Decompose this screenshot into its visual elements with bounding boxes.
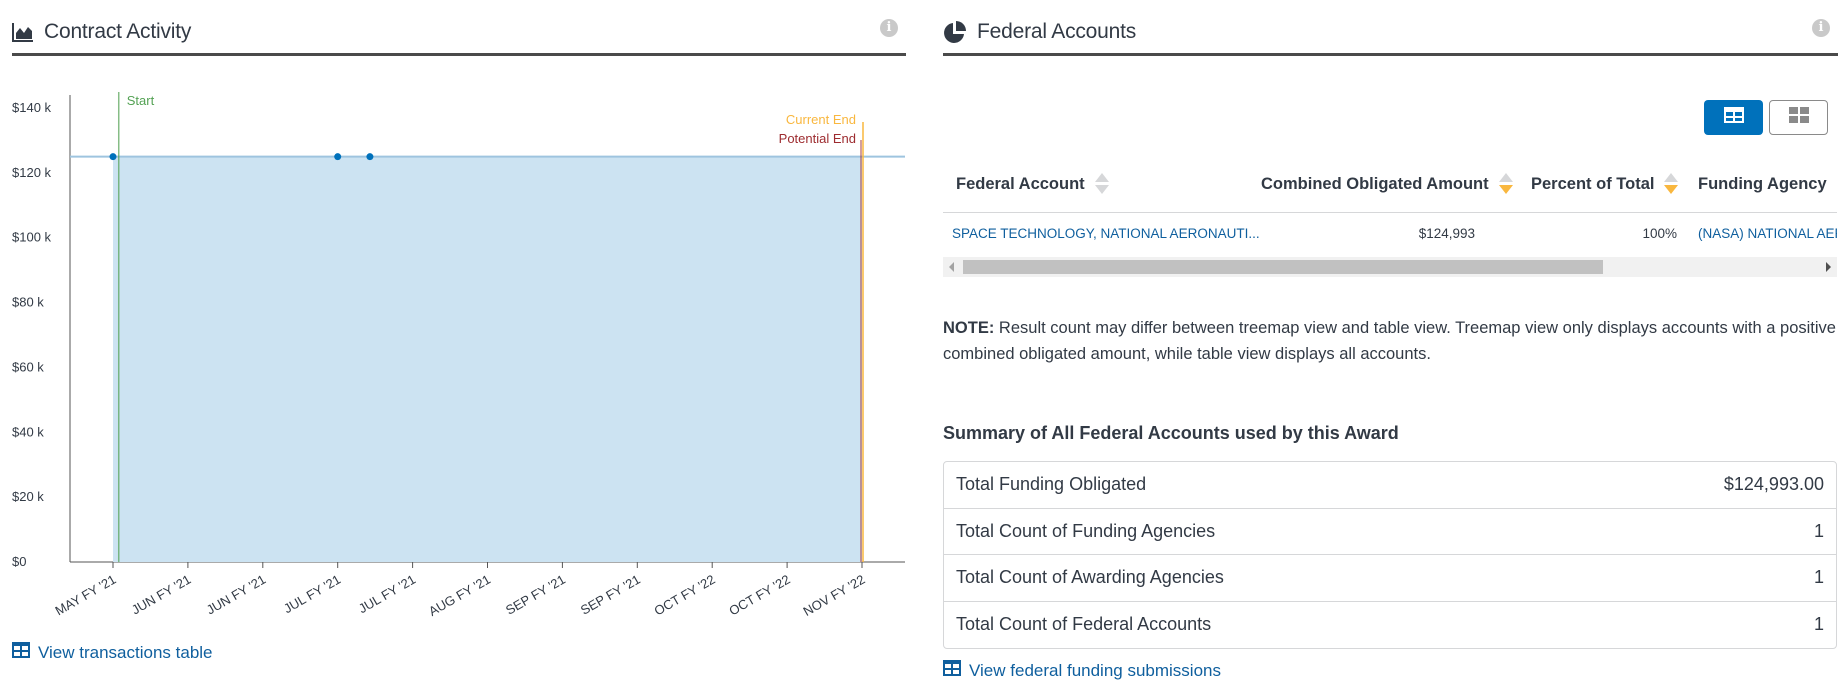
data-point <box>109 153 117 161</box>
column-header-percent-of-total[interactable]: Percent of Total <box>1531 155 1679 213</box>
y-tick-label: $120 k <box>12 165 52 180</box>
federal-accounts-header: Federal Accounts i <box>943 10 1838 56</box>
x-tick-label: JUN FY '21 <box>204 572 269 618</box>
contract-activity-chart: $0 $20 k $40 k $60 k $80 k $100 k $120 k $140 k… <box>12 92 905 619</box>
summary-title: Summary of All Federal Accounts used by … <box>943 423 1399 443</box>
contract-activity-header: Contract Activity i <box>12 10 906 56</box>
percent-of-total-cell: 100% <box>1642 225 1677 241</box>
treemap-view-button[interactable] <box>1769 100 1828 135</box>
summary-row-funding-agencies: Total Count of Funding Agencies 1 <box>944 509 1836 555</box>
treemap-view-icon <box>1788 107 1809 128</box>
view-transactions-table-link[interactable]: View transactions table <box>12 642 213 663</box>
column-label: Combined Obligated Amount <box>1261 174 1489 193</box>
view-federal-funding-submissions-link[interactable]: View federal funding submissions <box>943 660 1221 681</box>
current-end-label: Current End <box>786 112 856 127</box>
data-point <box>334 153 342 161</box>
x-tick-label: SEP FY '21 <box>578 572 643 618</box>
x-tick-label: SEP FY '21 <box>503 572 568 618</box>
column-header-combined-obligated-amount[interactable]: Combined Obligated Amount <box>1261 155 1513 213</box>
summary-value: $124,993.00 <box>1723 474 1824 495</box>
summary-row-awarding-agencies: Total Count of Awarding Agencies 1 <box>944 555 1836 602</box>
column-label: Percent of Total <box>1531 174 1655 193</box>
x-tick-label: AUG FY '21 <box>426 572 493 619</box>
sort-icon[interactable] <box>1094 173 1109 195</box>
y-tick-label: $20 k <box>12 489 44 504</box>
y-tick-label: $0 <box>12 554 26 569</box>
y-tick-label: $80 k <box>12 295 44 310</box>
view-submissions-label: View federal funding submissions <box>969 660 1221 680</box>
column-header-federal-account[interactable]: Federal Account <box>956 155 1109 213</box>
x-tick-label: JUN FY '21 <box>129 572 194 618</box>
sort-icon[interactable] <box>1498 173 1513 195</box>
info-icon[interactable]: i <box>1812 19 1830 37</box>
y-tick-label: $140 k <box>12 100 52 115</box>
note-body: Result count may differ between treemap … <box>943 319 1836 363</box>
summary-label: Total Count of Awarding Agencies <box>956 567 1224 588</box>
column-label: Funding Agency <box>1698 174 1827 193</box>
column-header-funding-agency[interactable]: Funding Agency <box>1698 155 1827 213</box>
note-text: NOTE: Result count may differ between tr… <box>943 315 1837 367</box>
info-icon[interactable]: i <box>880 19 898 37</box>
start-marker-label: Start <box>127 93 155 108</box>
x-tick-label: JUL FY '21 <box>281 572 343 617</box>
summary-value: 1 <box>1813 520 1824 541</box>
area-fill <box>113 156 862 562</box>
table-view-icon <box>1723 107 1744 128</box>
sort-icon[interactable] <box>1664 173 1679 195</box>
summary-value: 1 <box>1813 567 1824 588</box>
horizontal-scrollbar[interactable] <box>943 257 1837 277</box>
summary-table: Total Funding Obligated $124,993.00 Tota… <box>943 461 1837 649</box>
x-tick-label: JUL FY '21 <box>356 572 418 617</box>
summary-label: Total Count of Federal Accounts <box>956 614 1212 635</box>
y-tick-label: $40 k <box>12 424 44 439</box>
data-point <box>366 153 374 161</box>
x-tick-label: OCT FY '22 <box>726 572 792 619</box>
table-row: SPACE TECHNOLOGY, NATIONAL AERONAUTI... … <box>943 213 1837 253</box>
note-label: NOTE: <box>943 319 995 337</box>
y-tick-label: $60 k <box>12 359 44 374</box>
summary-value: 1 <box>1813 614 1824 635</box>
table-icon <box>12 642 30 663</box>
y-tick-label: $100 k <box>12 230 52 245</box>
table-view-button[interactable] <box>1704 100 1763 135</box>
federal-accounts-title: Federal Accounts <box>977 19 1137 43</box>
pie-chart-icon <box>943 20 967 44</box>
view-transactions-label: View transactions table <box>38 642 213 662</box>
x-tick-label: NOV FY '22 <box>800 572 867 619</box>
federal-accounts-table: Federal Account Combined Obligated Amoun… <box>943 155 1837 280</box>
funding-agency-link[interactable]: (NASA) NATIONAL AERONAUTICS AND SPACE AD… <box>1698 213 1837 253</box>
summary-row-federal-accounts: Total Count of Federal Accounts 1 <box>944 602 1836 649</box>
summary-label: Total Count of Funding Agencies <box>956 520 1216 541</box>
column-label: Federal Account <box>956 174 1085 193</box>
x-tick-label: MAY FY '21 <box>53 572 119 619</box>
scroll-left-icon[interactable] <box>949 262 954 272</box>
summary-row-total-funding-obligated: Total Funding Obligated $124,993.00 <box>944 462 1836 509</box>
scroll-thumb[interactable] <box>963 260 1603 274</box>
table-icon <box>943 660 961 681</box>
contract-activity-title: Contract Activity <box>44 19 192 43</box>
summary-label: Total Funding Obligated <box>956 474 1147 495</box>
area-chart-icon <box>12 22 34 42</box>
potential-end-label: Potential End <box>779 131 856 146</box>
table-header-row: Federal Account Combined Obligated Amoun… <box>943 155 1837 213</box>
scroll-right-icon[interactable] <box>1826 262 1831 272</box>
x-tick-label: OCT FY '22 <box>652 572 718 619</box>
